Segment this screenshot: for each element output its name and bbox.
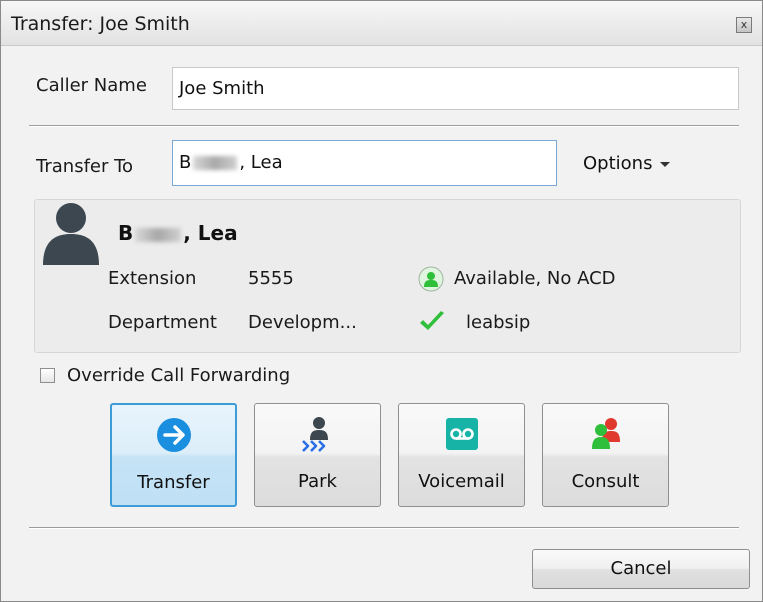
- park-button[interactable]: Park: [254, 403, 381, 507]
- voicemail-label: Voicemail: [418, 471, 505, 492]
- department-label: Department: [108, 312, 217, 333]
- transfer-button[interactable]: Transfer: [110, 403, 237, 507]
- redacted-text: [193, 156, 238, 170]
- redacted-text: [135, 227, 182, 242]
- title-bar[interactable]: Transfer: Joe Smith x: [1, 1, 762, 46]
- separator-top: [29, 125, 739, 127]
- close-button[interactable]: x: [736, 17, 752, 33]
- separator-bottom: [29, 527, 739, 529]
- transfer-to-suffix: , Lea: [239, 152, 283, 173]
- transfer-to-label: Transfer To: [36, 156, 134, 177]
- department-value: Developm...: [248, 312, 357, 333]
- contact-name-suffix: , Lea: [183, 221, 238, 245]
- checkmark-icon: [420, 311, 444, 330]
- transfer-to-prefix: B: [179, 152, 192, 173]
- options-label: Options: [583, 153, 653, 174]
- voicemail-button[interactable]: Voicemail: [398, 403, 525, 507]
- override-forwarding-label: Override Call Forwarding: [67, 365, 291, 386]
- caller-name-label: Caller Name: [36, 75, 147, 96]
- close-icon: x: [740, 18, 748, 31]
- park-label: Park: [298, 471, 337, 492]
- consult-label: Consult: [571, 471, 640, 492]
- cancel-button[interactable]: Cancel: [532, 549, 750, 589]
- override-forwarding-checkbox[interactable]: [40, 368, 55, 383]
- consult-icon: [591, 418, 620, 449]
- caller-name-field[interactable]: Joe Smith: [172, 67, 739, 110]
- consult-button[interactable]: Consult: [542, 403, 669, 507]
- status-text: Available, No ACD: [454, 268, 616, 289]
- transfer-to-field[interactable]: B , Lea: [172, 140, 557, 186]
- station-text: leabsip: [466, 312, 531, 333]
- park-icon: [301, 417, 328, 452]
- voicemail-icon: [445, 418, 478, 450]
- available-status-icon: [418, 266, 444, 292]
- dialog-title: Transfer: Joe Smith: [11, 13, 190, 35]
- chevron-down-icon: [660, 161, 671, 167]
- cancel-label: Cancel: [610, 558, 672, 579]
- extension-label: Extension: [108, 268, 197, 289]
- transfer-dialog: Transfer: Joe Smith x Caller Name Joe Sm…: [0, 0, 763, 602]
- extension-value: 5555: [248, 268, 294, 289]
- contact-name-prefix: B: [118, 221, 134, 245]
- transfer-label: Transfer: [137, 472, 210, 493]
- options-dropdown[interactable]: Options: [583, 153, 671, 174]
- contact-name: B , Lea: [118, 221, 238, 245]
- caller-name-value: Joe Smith: [179, 78, 265, 99]
- transfer-arrow-icon: [156, 418, 191, 452]
- person-silhouette-icon: [43, 203, 99, 265]
